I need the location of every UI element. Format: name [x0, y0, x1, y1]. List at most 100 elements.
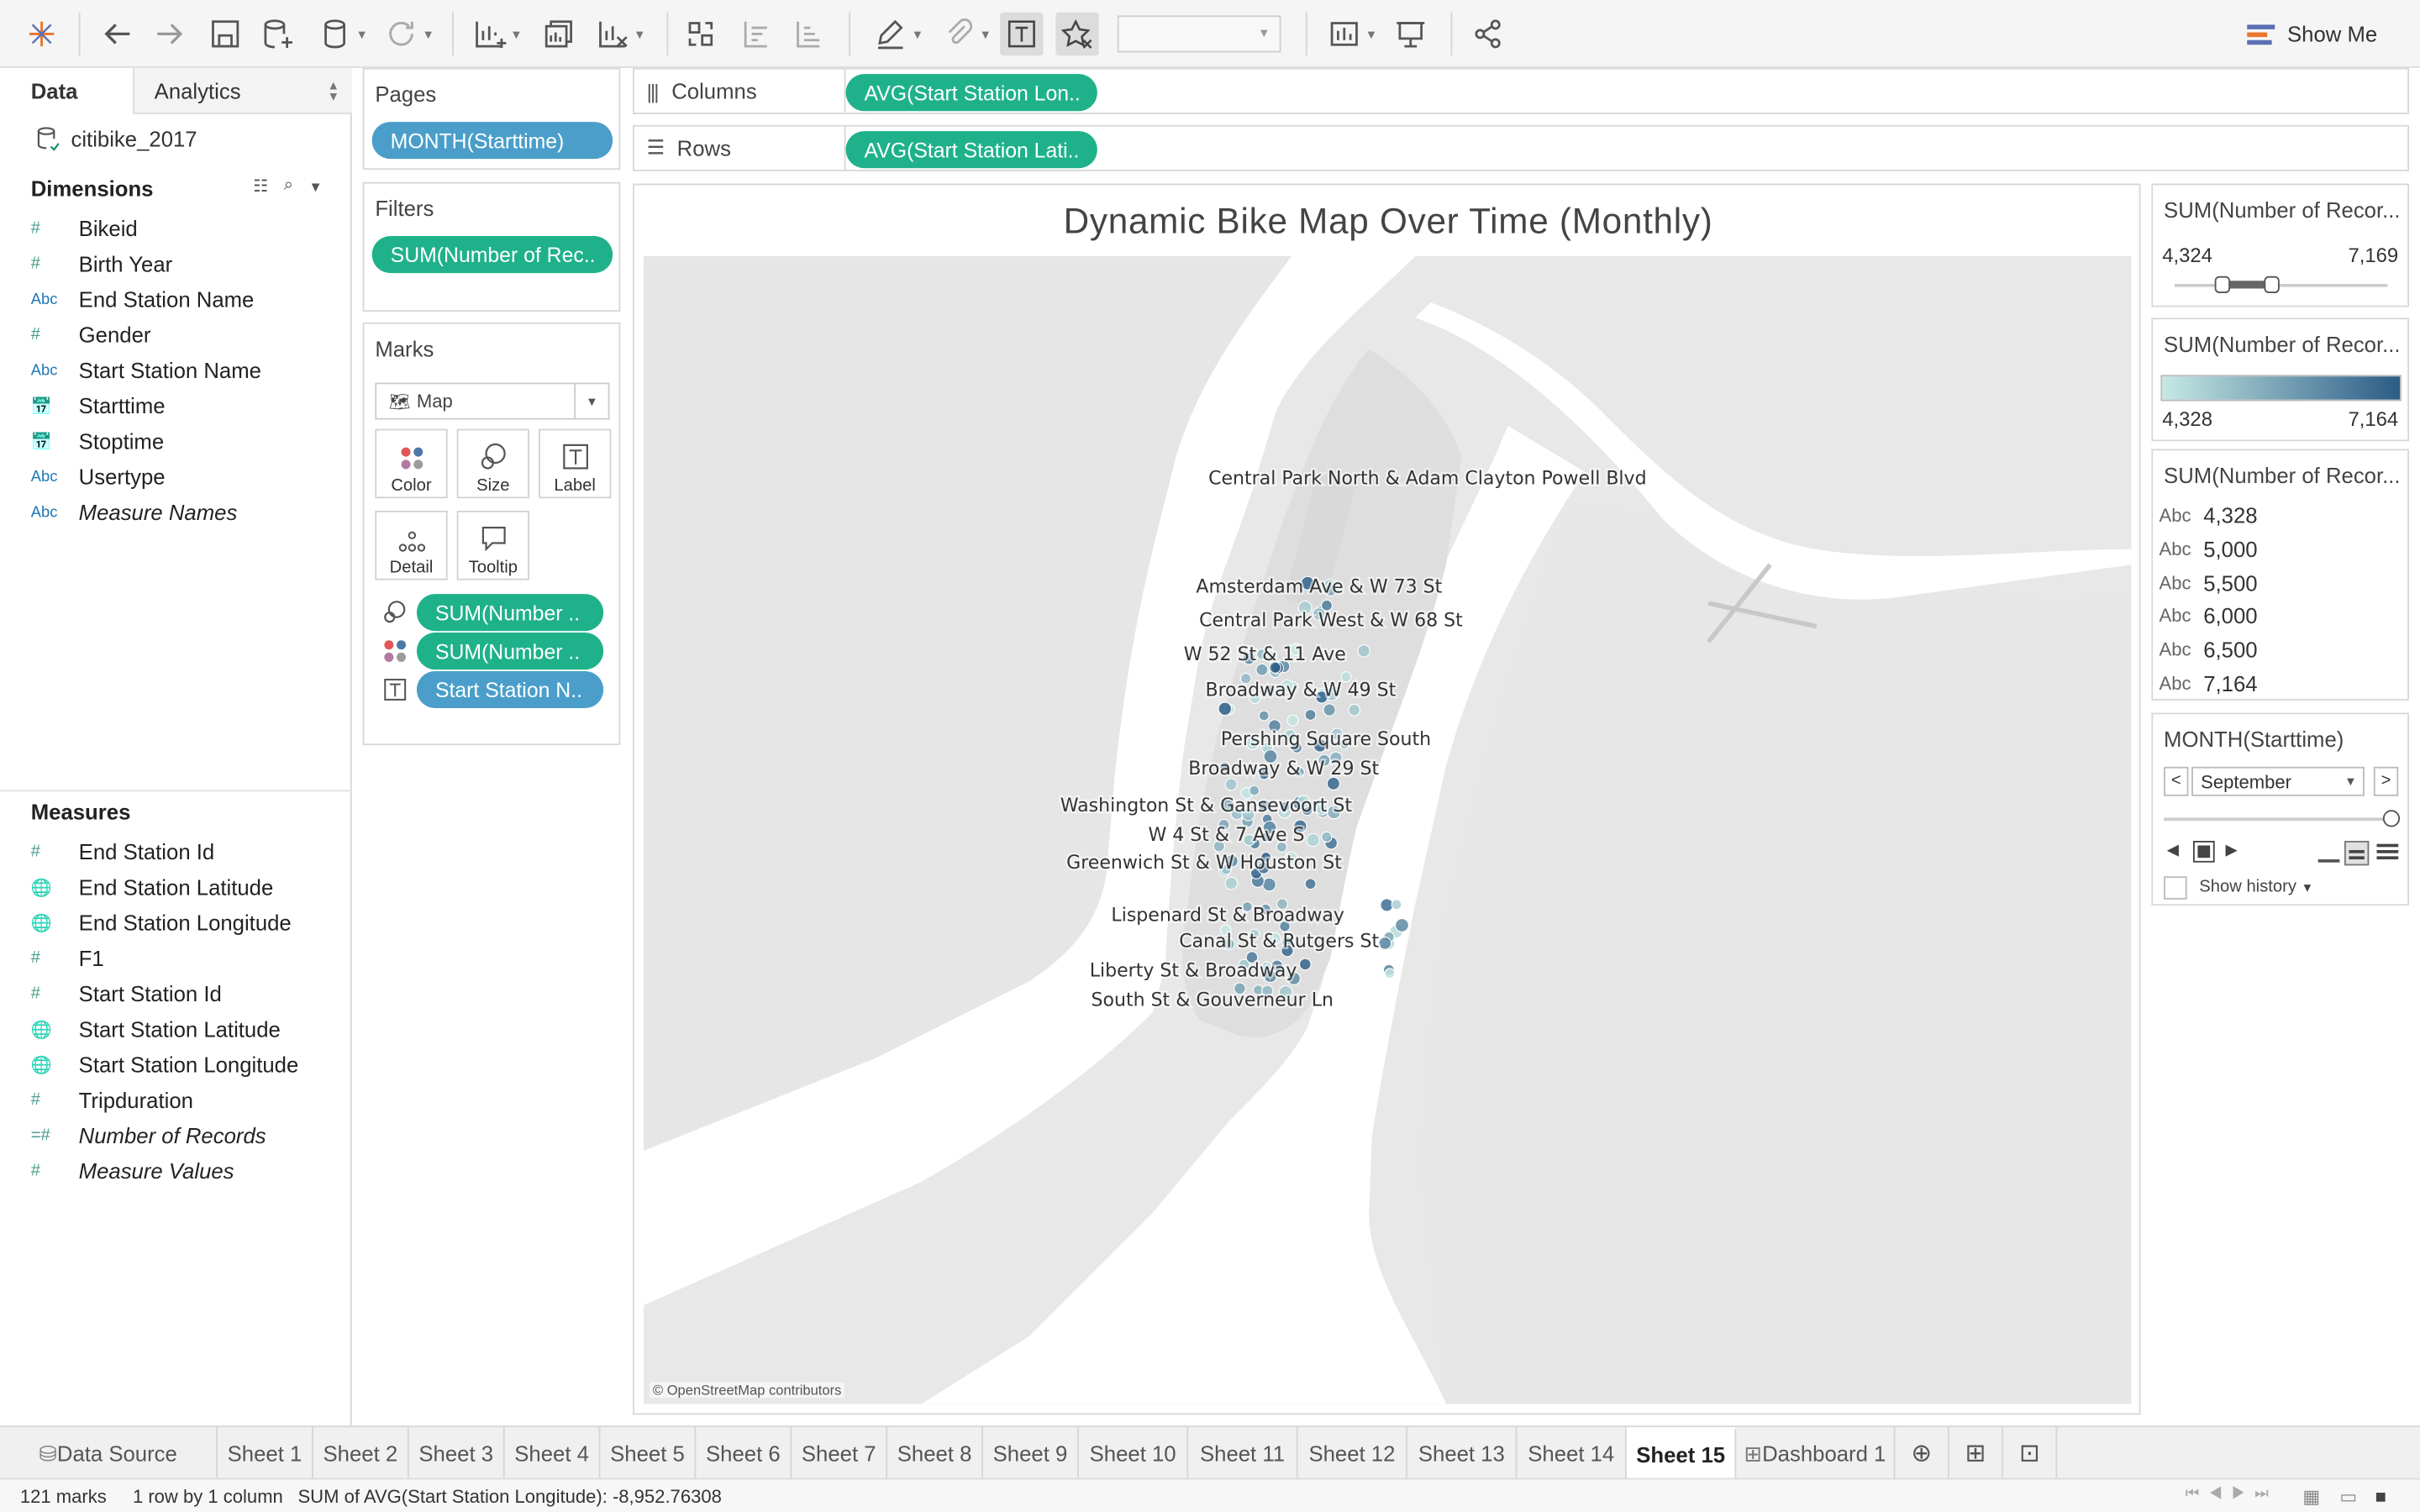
station-mark[interactable]: [1304, 708, 1317, 721]
measure-field[interactable]: # Measure Values: [31, 1156, 234, 1187]
sheet-tab[interactable]: Sheet 3: [409, 1426, 505, 1480]
fit-dropdown[interactable]: ▼: [1117, 15, 1281, 53]
datasource-item[interactable]: citibike_2017: [34, 123, 197, 155]
station-mark[interactable]: [1378, 937, 1392, 950]
station-mark[interactable]: [1304, 878, 1317, 890]
filter-slider-handle-min[interactable]: [2214, 276, 2231, 293]
view-list-icon[interactable]: ☷: [253, 176, 268, 196]
label-legend-item[interactable]: Abc 6,500: [2160, 634, 2258, 665]
new-dashboard-tab-icon[interactable]: ⊞: [1949, 1426, 2004, 1480]
sort-ascending-icon[interactable]: [738, 13, 775, 55]
sheet-tab[interactable]: Sheet 5: [600, 1426, 697, 1480]
detail-button[interactable]: Detail: [375, 510, 448, 580]
station-mark[interactable]: [1249, 785, 1260, 796]
sheet-tab[interactable]: Sheet 13: [1407, 1426, 1518, 1480]
show-me-button[interactable]: Show Me: [2247, 13, 2377, 55]
station-mark[interactable]: [1357, 644, 1370, 658]
redo-icon[interactable]: [151, 13, 188, 55]
refresh-icon[interactable]: ▼: [378, 13, 439, 55]
sort-descending-icon[interactable]: [790, 13, 827, 55]
share-icon[interactable]: [1470, 13, 1507, 55]
sheet-tab[interactable]: Sheet 15: [1626, 1426, 1737, 1480]
station-mark[interactable]: [1321, 831, 1333, 843]
tabs-icon[interactable]: ■: [2375, 1486, 2386, 1508]
tab-analytics[interactable]: Analytics ▲ ▼: [132, 67, 352, 114]
sheet-tab[interactable]: Sheet 2: [313, 1426, 409, 1480]
tab-data[interactable]: Data: [0, 68, 133, 114]
play-forward-icon[interactable]: ▶: [2226, 843, 2238, 859]
filmstrip-icon[interactable]: ▭: [2339, 1486, 2357, 1508]
sheet-tab[interactable]: Sheet 14: [1517, 1426, 1627, 1480]
tableau-logo-icon[interactable]: [22, 13, 62, 55]
rows-pill[interactable]: AVG(Start Station Lati..: [845, 131, 1097, 169]
map-canvas[interactable]: Central Park North & Adam Clayton Powell…: [643, 255, 2132, 1404]
station-mark[interactable]: [1224, 778, 1238, 791]
label-legend-item[interactable]: Abc 4,328: [2160, 500, 2258, 531]
tab-data-source[interactable]: ⛁ Data Source: [0, 1426, 218, 1480]
speed-medium-icon[interactable]: [2344, 841, 2370, 866]
sheet-tab[interactable]: Sheet 6: [696, 1426, 792, 1480]
speed-slow-icon[interactable]: [2317, 844, 2340, 863]
measure-field[interactable]: 🌐 End Station Latitude: [31, 872, 274, 903]
save-icon[interactable]: [207, 13, 244, 55]
columns-pill[interactable]: AVG(Start Station Lon..: [845, 74, 1097, 112]
measure-field[interactable]: # Start Station Id: [31, 978, 222, 1009]
sheet-tab[interactable]: Sheet 7: [792, 1426, 888, 1480]
station-mark[interactable]: [1255, 663, 1269, 676]
search-icon[interactable]: ⌕: [284, 176, 293, 196]
dimension-field[interactable]: # Gender: [31, 319, 151, 350]
station-mark[interactable]: [1348, 703, 1361, 717]
view-sorter-icon[interactable]: ▦: [2302, 1486, 2320, 1508]
dimension-field[interactable]: 📅 Starttime: [31, 391, 166, 422]
sheet-tab[interactable]: Sheet 11: [1188, 1426, 1298, 1480]
station-mark[interactable]: [1298, 958, 1312, 971]
show-history-checkbox[interactable]: [2164, 876, 2187, 900]
sheet-tab[interactable]: Sheet 12: [1298, 1426, 1408, 1480]
filter-slider-handle-max[interactable]: [2264, 276, 2280, 293]
measure-field[interactable]: # End Station Id: [31, 836, 214, 867]
measure-field[interactable]: =# Number of Records: [31, 1120, 266, 1151]
page-slider-handle[interactable]: [2382, 810, 2401, 827]
show-mark-labels-icon[interactable]: [1000, 12, 1044, 56]
label-legend-item[interactable]: Abc 5,000: [2160, 533, 2258, 564]
label-legend-item[interactable]: Abc 6,000: [2160, 601, 2258, 632]
show-history-label[interactable]: Show history ▼: [2199, 878, 2313, 896]
sheet-nav-icons[interactable]: ⏮◀▶⏭: [2186, 1486, 2278, 1503]
tooltip-button[interactable]: Tooltip: [456, 510, 529, 580]
station-mark[interactable]: [1306, 832, 1320, 848]
map-attribution[interactable]: © OpenStreetMap contributors: [650, 1382, 845, 1399]
label-legend-item[interactable]: Abc 7,164: [2160, 668, 2258, 699]
dimension-field[interactable]: # Birth Year: [31, 249, 172, 280]
pause-updates-icon[interactable]: ▼: [312, 13, 373, 55]
dimension-field[interactable]: # Bikeid: [31, 213, 138, 244]
new-worksheet-icon[interactable]: ▼: [466, 13, 528, 55]
sheet-tab[interactable]: Sheet 10: [1079, 1426, 1189, 1480]
show-cards-icon[interactable]: ▼: [1321, 13, 1382, 55]
swap-rows-columns-icon[interactable]: [682, 13, 719, 55]
undo-icon[interactable]: [99, 13, 136, 55]
chevron-down-icon[interactable]: ▼: [308, 179, 322, 196]
station-mark[interactable]: [1218, 701, 1233, 717]
page-select[interactable]: September ▼: [2191, 766, 2365, 796]
page-next-button[interactable]: >: [2373, 766, 2399, 796]
sheet-tab[interactable]: Sheet 1: [218, 1426, 313, 1480]
measure-field[interactable]: 🌐 Start Station Longitude: [31, 1049, 299, 1080]
measure-field[interactable]: # Tripduration: [31, 1084, 193, 1116]
station-mark[interactable]: [1262, 877, 1276, 892]
sheet-tab[interactable]: ⊞ Dashboard 1: [1736, 1426, 1896, 1480]
station-mark[interactable]: [1395, 918, 1409, 932]
station-mark[interactable]: [1323, 703, 1336, 717]
page-prev-button[interactable]: <: [2164, 766, 2189, 796]
station-mark[interactable]: [1286, 714, 1299, 727]
mark-pill-label[interactable]: Start Station N..: [416, 670, 604, 709]
fix-axes-icon[interactable]: [1055, 12, 1099, 56]
mark-type-dropdown[interactable]: 🗺 Map ▼: [375, 382, 610, 420]
duplicate-sheet-icon[interactable]: [540, 13, 577, 55]
mark-pill-size[interactable]: SUM(Number ..: [416, 594, 604, 632]
clear-sheet-icon[interactable]: ▼: [590, 13, 651, 55]
dimension-field[interactable]: Abc Measure Names: [31, 496, 238, 528]
speed-fast-icon[interactable]: [2376, 843, 2399, 864]
dimension-field[interactable]: Abc End Station Name: [31, 284, 255, 315]
mark-pill-color[interactable]: SUM(Number ..: [416, 633, 604, 670]
new-story-tab-icon[interactable]: ⊡: [2003, 1426, 2058, 1480]
